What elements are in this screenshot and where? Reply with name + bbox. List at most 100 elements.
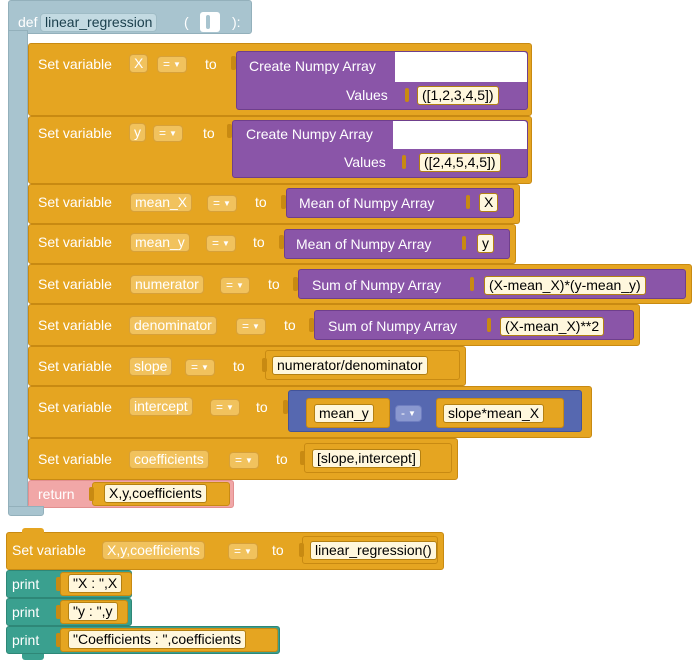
operator-dropdown[interactable]: = ▼ (236, 318, 266, 335)
variable-name-field[interactable]: mean_y (130, 233, 190, 252)
chevron-down-icon: ▼ (226, 403, 234, 412)
mean-numpy-array-label: Mean of Numpy Array (296, 236, 432, 252)
variable-name-field[interactable]: X (129, 54, 149, 73)
variable-name-field[interactable]: coefficients (129, 450, 209, 469)
values-label: Values (346, 87, 388, 103)
print-label: print (12, 632, 40, 648)
return-keyword: return (38, 486, 75, 502)
function-def-spine (8, 30, 28, 510)
left-operand-field[interactable]: mean_y (314, 404, 374, 423)
set-variable-label: Set variable (38, 276, 112, 292)
expression-field[interactable]: [slope,intercept] (312, 449, 421, 468)
set-variable-label: Set variable (38, 56, 112, 72)
chevron-down-icon: ▼ (222, 239, 230, 248)
right-operand-field[interactable]: slope*mean_X (443, 404, 545, 423)
value-notch (466, 195, 470, 209)
operator-dropdown[interactable]: = ▼ (220, 277, 250, 294)
to-label: to (276, 451, 288, 467)
array-values-field[interactable]: ([2,4,5,4,5]) (419, 153, 501, 172)
set-variable-label: Set variable (38, 451, 112, 467)
connector-notch (56, 577, 61, 591)
to-label: to (255, 194, 267, 210)
connector-notch (56, 633, 61, 647)
to-label: to (205, 56, 217, 72)
chevron-down-icon: ▼ (173, 60, 181, 69)
print-value-field[interactable]: "y : ",y (68, 602, 118, 621)
variable-name-field[interactable]: slope (129, 357, 173, 376)
variable-name-field[interactable]: denominator (129, 316, 217, 335)
params-slot[interactable] (200, 12, 220, 32)
operator-dropdown[interactable]: = ▼ (157, 56, 187, 73)
connector-notch (281, 195, 286, 209)
set-variable-label: Set variable (38, 194, 112, 210)
print-label: print (12, 576, 40, 592)
to-label: to (284, 317, 296, 333)
connector-notch (300, 451, 305, 465)
print-value-field[interactable]: "X : ",X (68, 574, 123, 593)
connector-notch (309, 318, 314, 332)
chevron-down-icon: ▼ (169, 129, 177, 138)
operator-dropdown[interactable]: = ▼ (229, 452, 259, 469)
set-variable-label: Set variable (38, 317, 112, 333)
create-numpy-array-label: Create Numpy Array (246, 126, 373, 142)
expression-field[interactable]: (X-mean_X)*(y-mean_y) (484, 276, 646, 295)
function-call-field[interactable]: linear_regression() (310, 541, 437, 560)
set-variable-label: Set variable (38, 125, 112, 141)
def-keyword: def (18, 14, 38, 30)
to-label: to (203, 125, 215, 141)
create-numpy-array-gap (395, 52, 527, 82)
connector-notch (299, 543, 304, 557)
values-notch (402, 155, 406, 169)
return-value-field[interactable]: X,y,coefficients (104, 484, 207, 503)
connector-notch (279, 235, 284, 249)
chevron-down-icon: ▼ (252, 322, 260, 331)
chevron-down-icon: ▼ (408, 409, 416, 418)
expression-field[interactable]: (X-mean_X)**2 (500, 317, 605, 336)
values-notch (405, 88, 409, 102)
print-label: print (12, 604, 40, 620)
expression-field[interactable]: numerator/denominator (272, 356, 428, 375)
operator-dropdown[interactable]: = ▼ (210, 399, 240, 416)
mean-numpy-array-label: Mean of Numpy Array (299, 195, 435, 211)
connector-notch (262, 358, 267, 372)
chevron-down-icon: ▼ (236, 281, 244, 290)
array-name-field[interactable]: y (477, 234, 494, 253)
operator-dropdown[interactable]: = ▼ (185, 359, 215, 376)
chevron-down-icon: ▼ (201, 363, 209, 372)
value-notch (487, 318, 491, 332)
set-variable-label: Set variable (38, 234, 112, 250)
variable-name-field[interactable]: mean_X (130, 193, 193, 212)
operator-dropdown[interactable]: = ▼ (153, 125, 183, 142)
variable-name-field[interactable]: intercept (129, 397, 193, 416)
variable-name-field[interactable]: y (129, 123, 146, 142)
params-slot-notch (206, 15, 210, 29)
connector-notch (231, 56, 236, 70)
sum-numpy-array-label: Sum of Numpy Array (312, 277, 442, 293)
create-numpy-array-gap (393, 121, 527, 149)
function-def-bottom (8, 506, 44, 516)
to-label: to (256, 399, 268, 415)
variable-name-field[interactable]: X,y,coefficients (102, 541, 205, 560)
function-name-field[interactable]: linear_regression (40, 13, 158, 32)
chevron-down-icon: ▼ (223, 199, 231, 208)
operator-dropdown[interactable]: = ▼ (206, 235, 236, 252)
set-variable-label: Set variable (12, 542, 86, 558)
chevron-down-icon: ▼ (245, 456, 253, 465)
print-value-field[interactable]: "Coefficients : ",coefficients (68, 630, 247, 649)
math-operator-dropdown[interactable]: - ▼ (395, 405, 422, 422)
connector-notch (227, 124, 232, 138)
to-label: to (268, 276, 280, 292)
connector-notch (283, 400, 288, 414)
array-name-field[interactable]: X (479, 193, 499, 212)
operator-dropdown[interactable]: = ▼ (207, 195, 237, 212)
variable-name-field[interactable]: numerator (130, 275, 204, 294)
array-values-field[interactable]: ([1,2,3,4,5]) (417, 86, 499, 105)
values-label: Values (344, 154, 386, 170)
set-variable-label: Set variable (38, 358, 112, 374)
set-variable-label: Set variable (38, 399, 112, 415)
operator-dropdown[interactable]: = ▼ (228, 543, 258, 560)
paren-close: ): (232, 14, 241, 30)
main-bottom-notch (22, 654, 44, 660)
connector-notch (56, 605, 61, 619)
main-top-notch (22, 528, 44, 534)
